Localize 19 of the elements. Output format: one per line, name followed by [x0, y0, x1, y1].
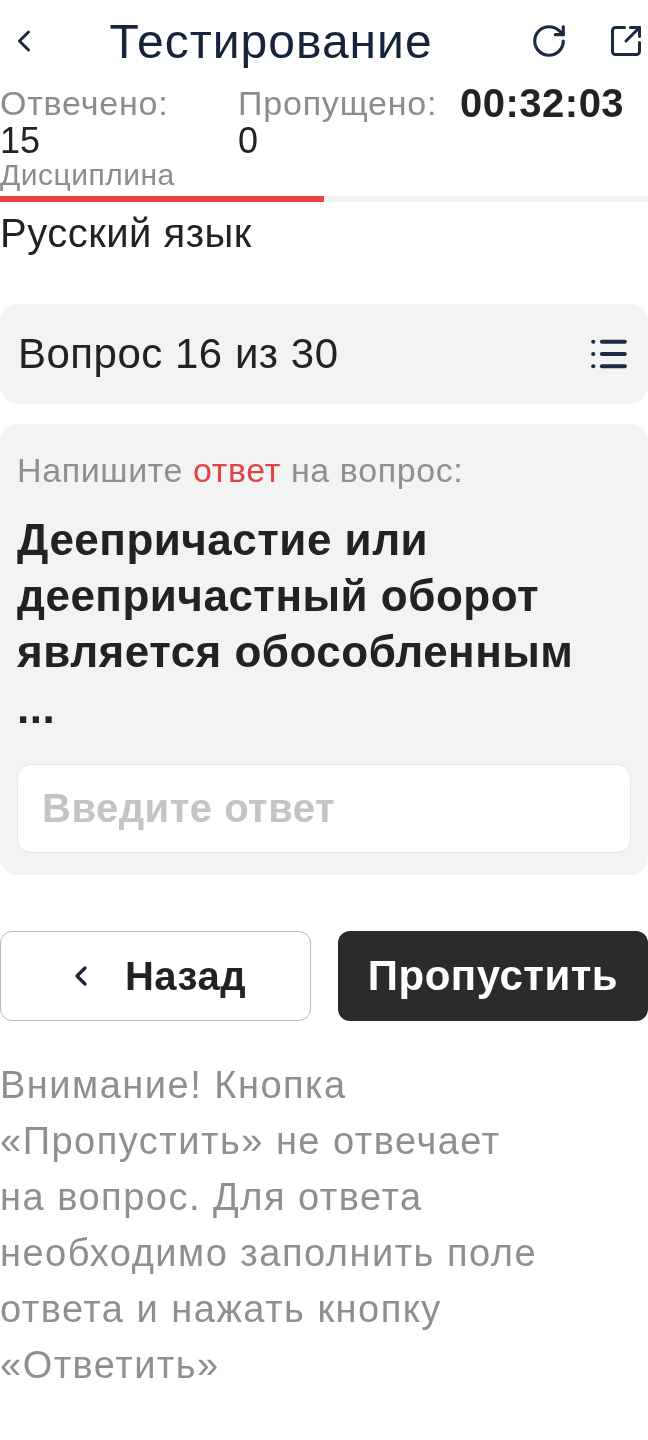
question-text: Деепричастие или деепричастный оборот является обособленным ...	[17, 514, 575, 734]
timer: 00:32:03	[460, 84, 625, 122]
page-title: Тестирование	[108, 13, 434, 69]
question-counter: Вопрос 16 из 30	[18, 330, 339, 378]
discipline-label: Дисциплина	[0, 160, 175, 190]
discipline-value: Русский язык	[0, 210, 252, 256]
skip-button[interactable]: Пропустить	[338, 931, 648, 1021]
share-button[interactable]	[608, 23, 644, 59]
stat-value: 0	[238, 122, 259, 160]
answer-input[interactable]: Введите ответ	[17, 764, 631, 853]
stat-label: Пропущено:	[238, 84, 438, 122]
stat-label: Отвечено:	[0, 84, 169, 122]
instruction-text: Напишите ответ на вопрос:	[17, 450, 464, 491]
external-link-icon	[608, 23, 644, 59]
warning-text: Внимание! Кнопка «Пропустить» не отвечает на вопрос. Для ответа необходимо заполнить поле ответа и нажать кнопку «Ответить»	[0, 1063, 539, 1388]
refresh-icon	[530, 22, 568, 60]
refresh-button[interactable]	[530, 22, 568, 60]
back-button[interactable]: Назад	[0, 931, 311, 1021]
stat-value: 15	[0, 122, 41, 160]
